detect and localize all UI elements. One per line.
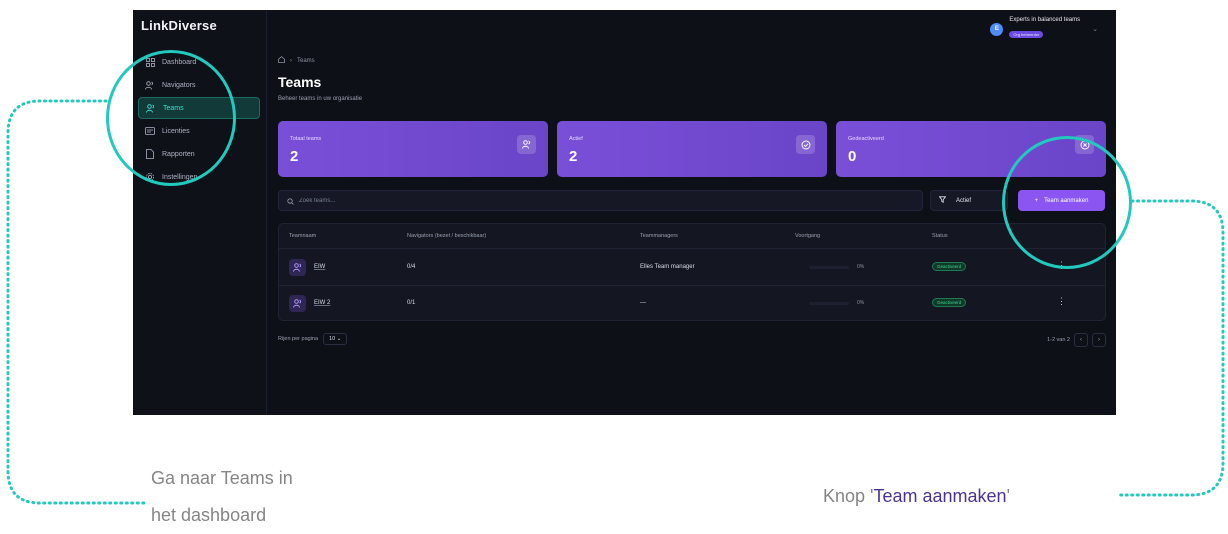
caption-suffix: ' <box>1006 486 1010 506</box>
caption-go-to-teams-line2: het dashboard <box>151 505 267 525</box>
caption-highlight: Team aanmaken <box>873 486 1007 506</box>
caption-create-team: Knop 'Team aanmaken' <box>823 486 1010 506</box>
annotation-connectors <box>6 99 1225 505</box>
caption-go-to-teams-line1: Ga naar Teams in <box>151 468 293 488</box>
